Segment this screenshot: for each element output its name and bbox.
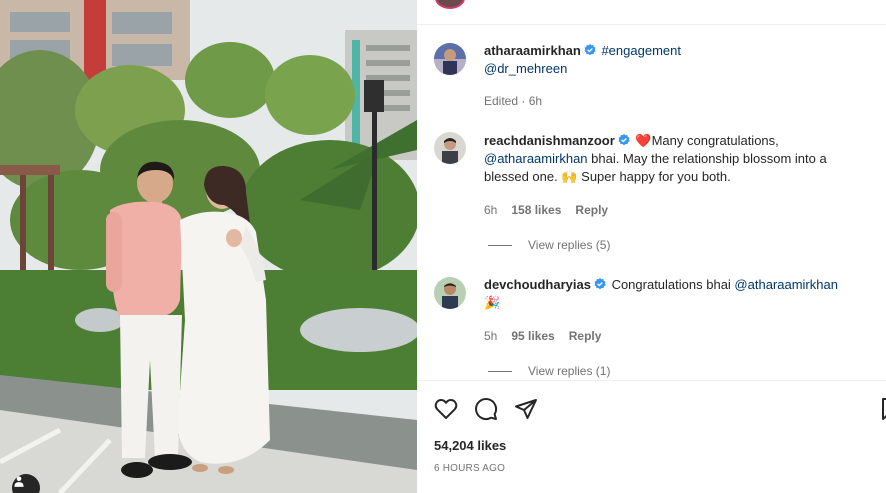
avatar-image bbox=[434, 277, 466, 309]
comment-text: Super happy for you both. bbox=[577, 169, 731, 184]
comment-likes[interactable]: 158 likes bbox=[511, 203, 561, 217]
comment-icon bbox=[475, 398, 498, 421]
comment-time[interactable]: 6h bbox=[484, 203, 497, 217]
comment-meta: 5h 95 likes Reply bbox=[484, 329, 601, 343]
comment-username[interactable]: reachdanishmanzoor bbox=[484, 133, 615, 148]
mention-link[interactable]: @atharaamirkhan bbox=[734, 277, 838, 292]
save-button[interactable] bbox=[879, 397, 886, 421]
share-icon bbox=[515, 399, 537, 419]
view-replies-label: View replies (5) bbox=[528, 238, 611, 252]
comment-time[interactable]: 5h bbox=[484, 329, 497, 343]
divider-line bbox=[488, 370, 512, 372]
caption-meta: Edited · 6h bbox=[484, 94, 542, 108]
party-popper-emoji: 🎉 bbox=[484, 295, 501, 310]
verified-badge-icon bbox=[584, 43, 596, 56]
avatar-image bbox=[434, 43, 466, 75]
comment-text: Many congratulations, bbox=[651, 133, 779, 148]
post-date[interactable]: 6 HOURS AGO bbox=[434, 463, 505, 474]
caption-edited-time: Edited · 6h bbox=[484, 94, 543, 108]
comment: devchoudharyias Congratulations bhai @at… bbox=[484, 276, 869, 312]
caption-username[interactable]: atharaamirkhan bbox=[484, 43, 581, 58]
reply-button[interactable]: Reply bbox=[575, 203, 608, 217]
bookmark-icon bbox=[882, 398, 886, 420]
comment-avatar[interactable] bbox=[434, 132, 466, 164]
user-tag-icon bbox=[14, 476, 24, 487]
avatar-image bbox=[434, 132, 466, 164]
verified-badge-icon bbox=[594, 277, 606, 290]
previous-item-strip bbox=[417, 0, 886, 25]
likes-count[interactable]: 54,204 likes bbox=[434, 438, 506, 453]
comment-meta: 6h 158 likes Reply bbox=[484, 203, 608, 217]
view-replies-label: View replies (1) bbox=[528, 364, 611, 378]
like-button[interactable] bbox=[434, 397, 458, 421]
reply-button[interactable]: Reply bbox=[569, 329, 602, 343]
caption: atharaamirkhan #engagement @dr_mehreen bbox=[484, 42, 874, 78]
post-photo[interactable] bbox=[0, 0, 417, 493]
hashtag-link[interactable]: #engagement bbox=[601, 43, 681, 58]
caption-author-avatar[interactable] bbox=[434, 43, 466, 75]
post-actions-bar: 54,204 likes 6 HOURS AGO bbox=[417, 380, 886, 493]
heart-emoji: ❤️ bbox=[635, 133, 652, 148]
divider-line bbox=[488, 244, 512, 246]
view-replies-button[interactable]: View replies (5) bbox=[488, 238, 610, 252]
heart-icon bbox=[434, 399, 458, 419]
view-replies-button[interactable]: View replies (1) bbox=[488, 364, 610, 378]
comment-username[interactable]: devchoudharyias bbox=[484, 277, 591, 292]
post-photo-illustration bbox=[0, 0, 417, 493]
mention-link[interactable]: @atharaamirkhan bbox=[484, 151, 588, 166]
comment-button[interactable] bbox=[474, 397, 498, 421]
comment-likes[interactable]: 95 likes bbox=[511, 329, 554, 343]
instagram-post: atharaamirkhan #engagement @dr_mehreen E… bbox=[0, 0, 886, 493]
avatar[interactable] bbox=[435, 0, 465, 9]
comment-text: Congratulations bhai bbox=[611, 277, 735, 292]
raised-hands-emoji: 🙌 bbox=[561, 169, 578, 184]
comment-avatar[interactable] bbox=[434, 277, 466, 309]
verified-badge-icon bbox=[618, 133, 630, 146]
comment: reachdanishmanzoor ❤️Many congratulation… bbox=[484, 132, 869, 186]
share-button[interactable] bbox=[514, 397, 538, 421]
mention-link[interactable]: @dr_mehreen bbox=[484, 61, 567, 76]
comments-panel: atharaamirkhan #engagement @dr_mehreen E… bbox=[417, 0, 886, 493]
